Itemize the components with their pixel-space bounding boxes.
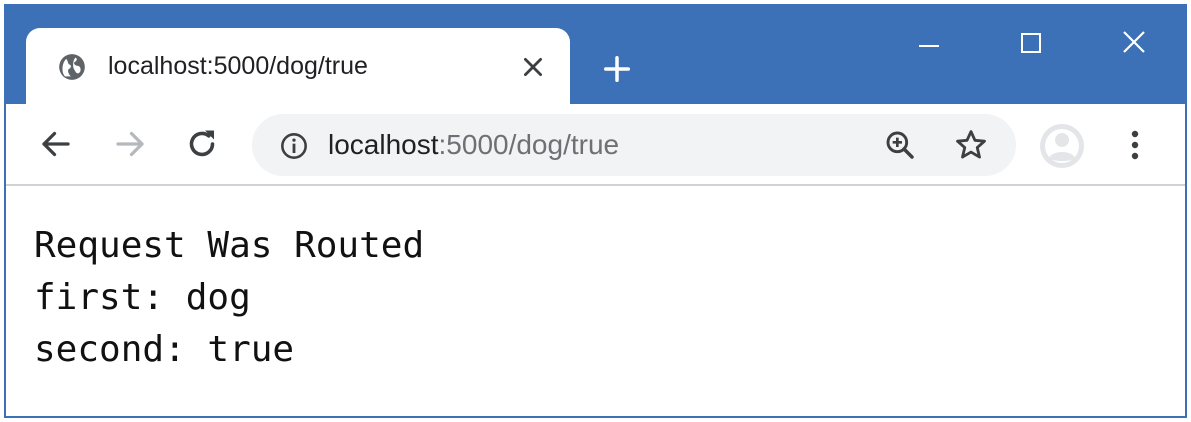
title-bar: localhost:5000/dog/true [6, 6, 1185, 108]
zoom-in-icon[interactable] [884, 129, 916, 161]
close-window-icon[interactable] [1114, 26, 1154, 62]
url-path: :5000/dog/true [438, 129, 620, 160]
tab-active[interactable]: localhost:5000/dog/true [26, 28, 570, 108]
close-icon[interactable] [520, 54, 546, 80]
back-arrow-icon[interactable] [38, 126, 74, 162]
tab-title: localhost:5000/dog/true [108, 52, 368, 80]
url-host: localhost [328, 129, 439, 160]
info-icon[interactable] [280, 132, 308, 160]
address-bar[interactable]: localhost:5000/dog/true [252, 114, 1016, 176]
response-line-3: second: true [34, 329, 295, 370]
forward-arrow-icon[interactable] [112, 126, 148, 162]
plus-icon[interactable] [602, 54, 632, 84]
page-content: Request Was Routed first: dog second: tr… [34, 220, 424, 376]
url-text[interactable]: localhost:5000/dog/true [328, 129, 619, 161]
response-line-2: first: dog [34, 277, 251, 318]
star-icon[interactable] [954, 128, 988, 162]
browser-window: localhost:5000/dog/true localhost:5000/d… [4, 4, 1187, 418]
maximize-icon[interactable] [1011, 26, 1051, 62]
globe-icon [59, 54, 85, 80]
response-line-1: Request Was Routed [34, 225, 425, 266]
minimize-icon[interactable] [909, 26, 949, 62]
kebab-menu-icon[interactable] [1120, 126, 1150, 164]
reload-icon[interactable] [184, 126, 220, 162]
toolbar: localhost:5000/dog/true [6, 104, 1185, 186]
profile-avatar-icon[interactable] [1038, 122, 1086, 170]
